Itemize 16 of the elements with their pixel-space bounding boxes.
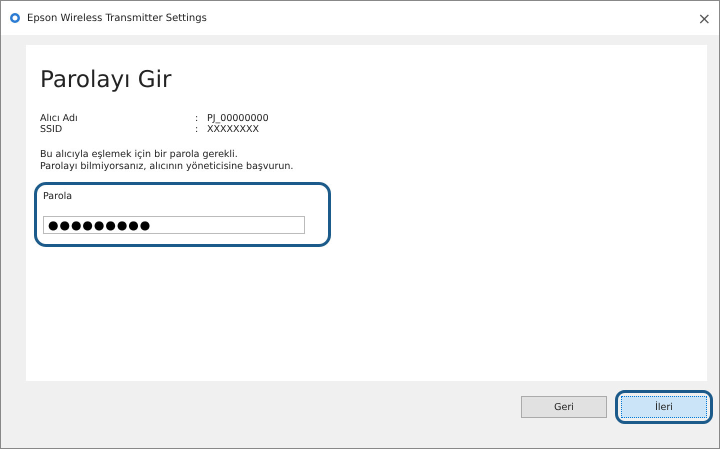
back-button[interactable]: Geri [521, 396, 607, 418]
separator-text: : [195, 124, 200, 135]
password-field[interactable]: ●●●●●●●●● [43, 216, 305, 234]
info-value: XXXXXXXX [207, 124, 260, 135]
next-button[interactable]: İleri [621, 396, 707, 418]
page-heading: Parolayı Gir [40, 67, 172, 93]
message-text: Parolayı bilmiyorsanız, alıcının yöneticisine başvurun. [40, 161, 294, 173]
password-label: Parola [43, 191, 74, 202]
info-label: Alıcı Adı [40, 113, 79, 124]
message-text: Bu alıcıyla eşlemek için bir parola gerekli. [40, 149, 239, 161]
app-icon [9, 12, 21, 24]
info-label: SSID [40, 124, 64, 135]
window-title: Epson Wireless Transmitter Settings [27, 12, 208, 24]
info-value: PJ_00000000 [207, 113, 270, 124]
separator-text: : [195, 113, 200, 124]
close-icon[interactable]: × [698, 8, 711, 28]
